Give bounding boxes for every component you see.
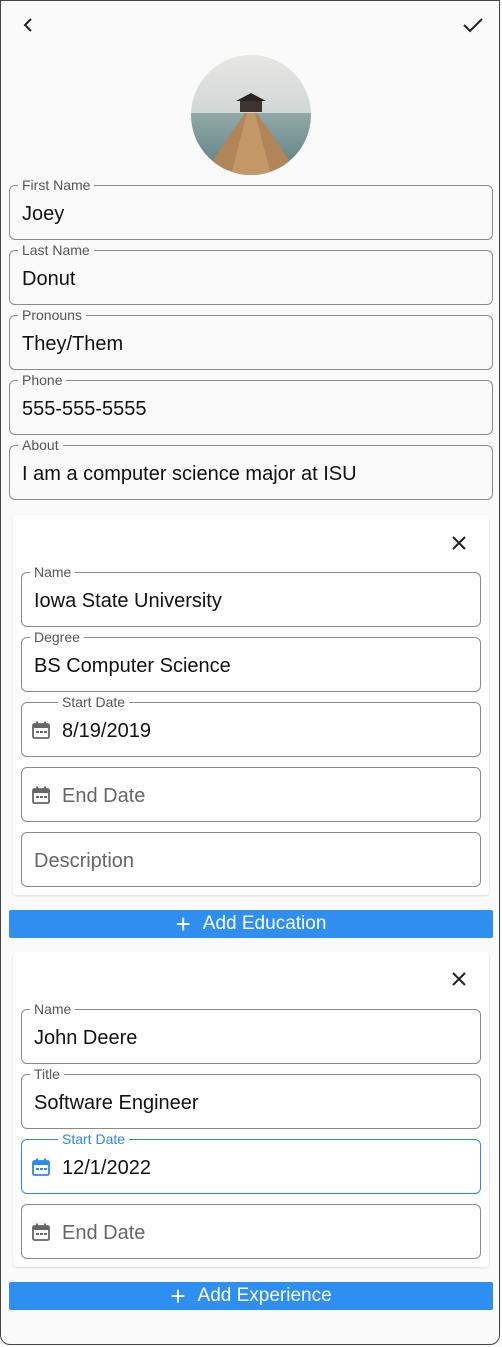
add-education-label: Add Education [202, 913, 327, 934]
experience-name-field[interactable]: Name John Deere [21, 1001, 481, 1064]
phone-label: Phone [18, 372, 67, 388]
check-icon [463, 18, 483, 33]
last-name-value[interactable]: Donut [22, 267, 75, 291]
education-name-value[interactable]: Iowa State University [34, 589, 222, 613]
education-description-placeholder[interactable]: Description [34, 849, 134, 873]
avatar-image [191, 55, 311, 175]
avatar[interactable] [191, 55, 311, 175]
experience-end-date-placeholder[interactable]: End Date [62, 1221, 145, 1245]
education-name-label: Name [30, 564, 76, 580]
calendar-icon [32, 1223, 50, 1241]
education-start-date-field[interactable]: Start Date 8/19/2019 [21, 694, 481, 757]
experience-start-date-field[interactable]: Start Date 12/1/2022 [21, 1131, 481, 1194]
close-icon [452, 536, 466, 550]
pronouns-value[interactable]: They/Them [22, 332, 123, 356]
experience-card: Name John Deere Title Software Engineer … [13, 952, 489, 1267]
back-arrow-icon [23, 18, 32, 32]
first-name-label: First Name [18, 177, 95, 193]
remove-education-button[interactable] [447, 531, 471, 555]
experience-name-label: Name [30, 1001, 76, 1017]
pronouns-label: Pronouns [18, 307, 86, 323]
experience-start-date-label: Start Date [58, 1131, 130, 1147]
first-name-value[interactable]: Joey [22, 202, 64, 226]
education-card: Name Iowa State University Degree BS Com… [13, 515, 489, 895]
about-label: About [18, 437, 63, 453]
remove-experience-button[interactable] [447, 967, 471, 991]
education-name-field[interactable]: Name Iowa State University [21, 564, 481, 627]
experience-name-value[interactable]: John Deere [34, 1026, 137, 1050]
plus-icon: + [170, 1281, 186, 1311]
last-name-field[interactable]: Last Name Donut [9, 242, 493, 305]
experience-start-date-value[interactable]: 12/1/2022 [62, 1156, 151, 1180]
pronouns-field[interactable]: Pronouns They/Them [9, 307, 493, 370]
title-value[interactable]: Software Engineer [34, 1091, 199, 1115]
education-start-date-label: Start Date [58, 694, 130, 710]
degree-value[interactable]: BS Computer Science [34, 654, 231, 678]
about-value[interactable]: I am a computer science major at ISU [22, 462, 357, 486]
close-icon [452, 972, 466, 986]
add-experience-button[interactable]: + Add Experience [9, 1282, 493, 1310]
add-experience-label: Add Experience [197, 1285, 332, 1306]
education-start-date-value[interactable]: 8/19/2019 [62, 719, 151, 743]
phone-value[interactable]: 555-555-5555 [22, 397, 147, 421]
calendar-icon [32, 1158, 50, 1176]
title-label: Title [30, 1066, 64, 1082]
degree-field[interactable]: Degree BS Computer Science [21, 629, 481, 692]
last-name-label: Last Name [18, 242, 94, 258]
first-name-field[interactable]: First Name Joey [9, 177, 493, 240]
about-field[interactable]: About I am a computer science major at I… [9, 437, 493, 500]
experience-end-date-field[interactable]: End Date [21, 1204, 481, 1259]
title-field[interactable]: Title Software Engineer [21, 1066, 481, 1129]
degree-label: Degree [30, 629, 84, 645]
back-button[interactable] [13, 9, 45, 41]
education-description-field[interactable]: Description [21, 832, 481, 887]
education-end-date-field[interactable]: End Date [21, 767, 481, 822]
add-education-button[interactable]: + Add Education [9, 910, 493, 938]
save-button[interactable] [457, 9, 489, 41]
calendar-icon [32, 721, 50, 739]
top-bar [0, 0, 502, 50]
education-end-date-placeholder[interactable]: End Date [62, 784, 145, 808]
phone-field[interactable]: Phone 555-555-5555 [9, 372, 493, 435]
calendar-icon [32, 786, 50, 804]
plus-icon: + [175, 909, 191, 939]
